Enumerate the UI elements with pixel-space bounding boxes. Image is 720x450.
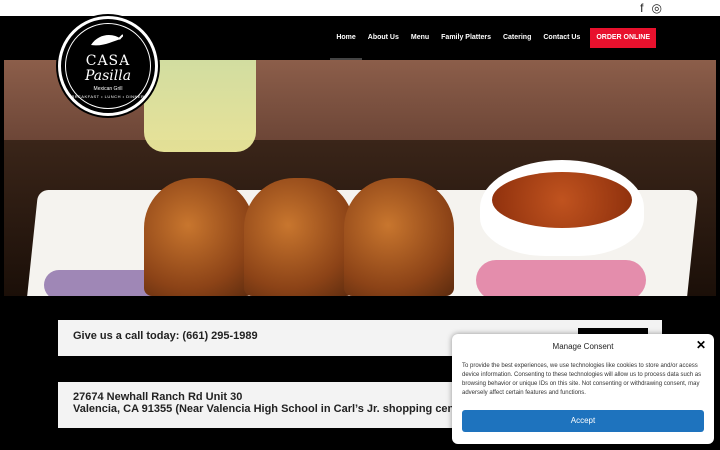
top-bar: f ◎ bbox=[0, 0, 720, 16]
accept-button[interactable]: Accept bbox=[462, 410, 704, 432]
logo-line-grill: Mexican Grill bbox=[93, 86, 123, 92]
nav-menu[interactable]: Menu bbox=[405, 16, 435, 60]
consent-title: Manage Consent bbox=[552, 342, 614, 351]
address-line-2: Valencia, CA 91355 (Near Valencia High S… bbox=[73, 403, 472, 415]
consomme-sauce bbox=[492, 172, 632, 228]
pepper-icon bbox=[91, 34, 123, 46]
site-logo[interactable]: CASA Pasilla Mexican Grill BREAKFAST • L… bbox=[58, 16, 158, 116]
address-line-1: 27674 Newhall Ranch Rd Unit 30 bbox=[73, 391, 243, 403]
nav-home[interactable]: Home bbox=[330, 16, 362, 60]
taco bbox=[144, 178, 254, 296]
social-links: f ◎ bbox=[640, 2, 662, 14]
close-icon[interactable]: ✕ bbox=[696, 338, 706, 352]
main-nav: Home About Us Menu Family Platters Cater… bbox=[330, 16, 656, 60]
logo-line-pasilla: Pasilla bbox=[84, 68, 132, 84]
nav-contact-us[interactable]: Contact Us bbox=[537, 16, 586, 60]
phone-text: Give us a call today: (661) 295-1989 bbox=[73, 330, 258, 342]
nav-catering[interactable]: Catering bbox=[497, 16, 537, 60]
order-online-button[interactable]: ORDER ONLINE bbox=[590, 28, 656, 48]
taco bbox=[344, 178, 454, 296]
drink-glass bbox=[144, 60, 256, 152]
logo-line-casa: CASA bbox=[85, 53, 131, 69]
facebook-icon[interactable]: f bbox=[640, 2, 643, 14]
cookie-consent-dialog: Manage Consent ✕ To provide the best exp… bbox=[452, 334, 714, 444]
pickled-onion bbox=[476, 260, 646, 296]
logo-line-meals: BREAKFAST • LUNCH • DINNER bbox=[71, 94, 145, 99]
consent-body: To provide the best experiences, we use … bbox=[462, 363, 702, 396]
taco bbox=[244, 178, 354, 296]
nav-about-us[interactable]: About Us bbox=[362, 16, 405, 60]
instagram-icon[interactable]: ◎ bbox=[652, 2, 662, 14]
nav-family-platters[interactable]: Family Platters bbox=[435, 16, 497, 60]
